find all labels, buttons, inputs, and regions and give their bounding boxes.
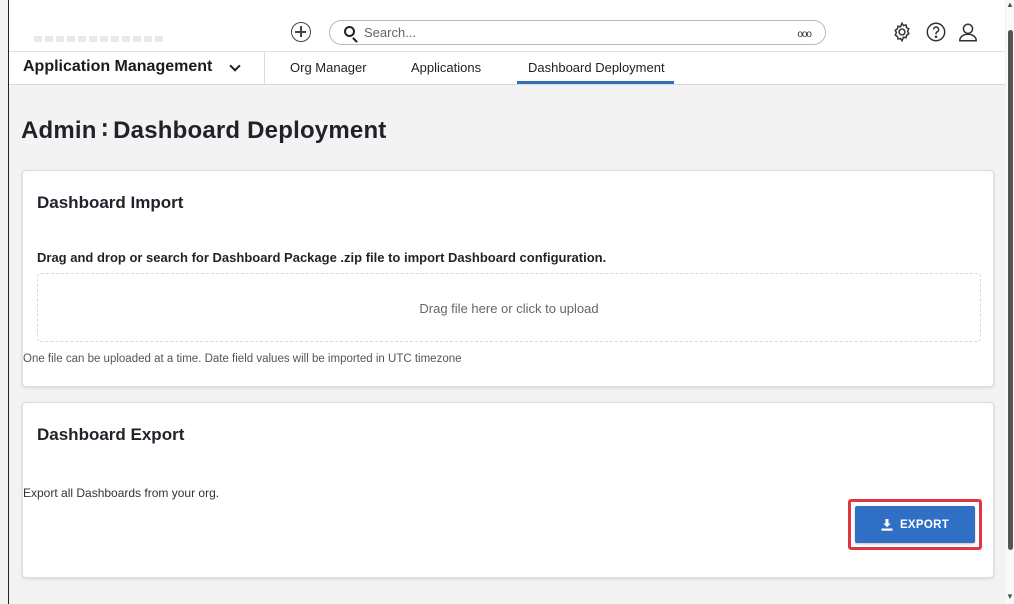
logo — [34, 36, 164, 42]
export-card-title: Dashboard Export — [37, 425, 185, 444]
page-title: Admin ∶ Dashboard Deployment — [21, 117, 387, 144]
user-icon[interactable] — [957, 21, 979, 43]
app-switcher-label: Application Management — [23, 58, 213, 75]
top-bar: Search... ooo — [9, 0, 1005, 52]
search-icon — [344, 26, 355, 37]
add-icon[interactable] — [291, 22, 311, 42]
chevron-down-icon — [229, 60, 241, 72]
dashboard-import-card: Dashboard Import Drag and drop or search… — [22, 170, 994, 387]
search-input[interactable]: Search... ooo — [329, 20, 826, 45]
scroll-up-arrow[interactable]: ▲ — [1006, 0, 1014, 10]
window-left-edge — [8, 0, 9, 604]
download-icon — [881, 518, 893, 531]
scroll-down-arrow[interactable]: ▼ — [1006, 592, 1014, 602]
import-card-title: Dashboard Import — [37, 193, 184, 212]
scrollbar-thumb[interactable] — [1008, 30, 1013, 550]
export-button[interactable]: EXPORT — [855, 506, 975, 543]
tab-dashboard-deployment[interactable]: Dashboard Deployment — [528, 60, 665, 75]
import-instructions: Drag and drop or search for Dashboard Pa… — [37, 250, 607, 265]
active-tab-indicator — [517, 81, 674, 84]
app-switcher-dropdown[interactable]: Application Management — [9, 52, 265, 84]
more-icon[interactable]: ooo — [797, 29, 812, 40]
help-icon[interactable] — [925, 21, 947, 43]
export-button-label: EXPORT — [899, 518, 950, 531]
upload-note: One file can be uploaded at a time. Date… — [23, 353, 462, 365]
dropzone-text: Drag file here or click to upload — [419, 301, 599, 316]
tab-org-manager[interactable]: Org Manager — [290, 60, 367, 75]
gear-icon[interactable] — [891, 21, 913, 43]
navigation-bar: Application Management Org Manager Appli… — [9, 52, 1005, 85]
export-description: Export all Dashboards from your org. — [23, 486, 220, 500]
dashboard-export-card: Dashboard Export Export all Dashboards f… — [22, 402, 994, 578]
search-placeholder: Search... — [364, 25, 417, 40]
tab-applications[interactable]: Applications — [411, 60, 481, 75]
file-dropzone[interactable]: Drag file here or click to upload — [37, 273, 981, 342]
